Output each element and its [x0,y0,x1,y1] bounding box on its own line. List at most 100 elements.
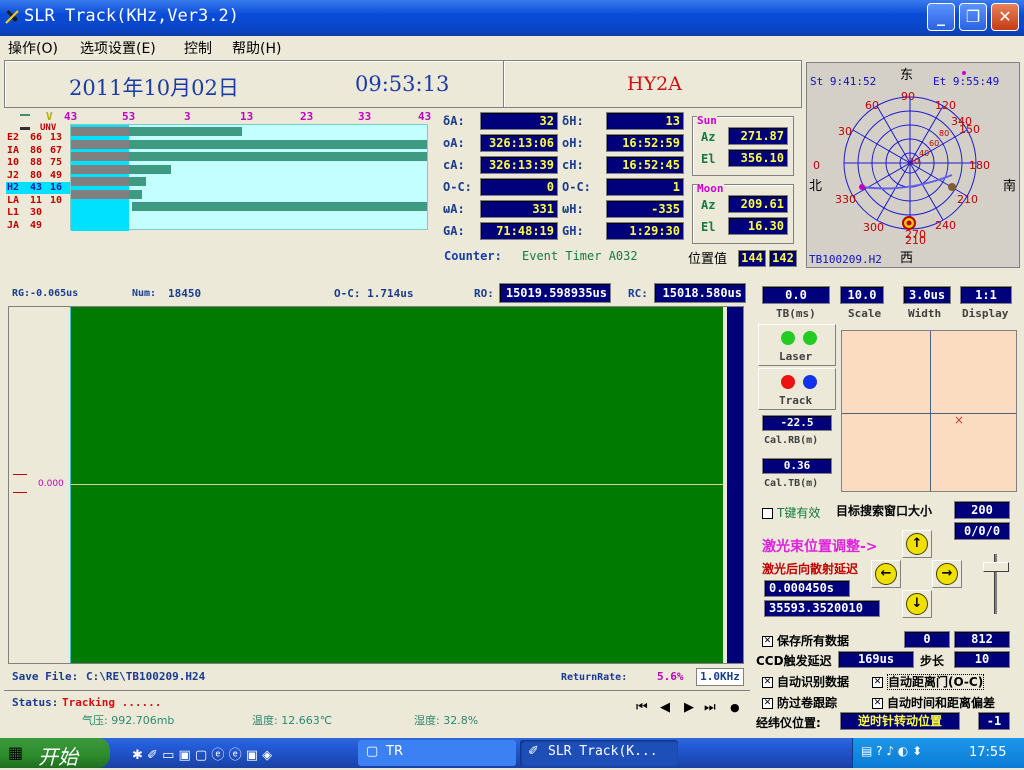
scope-scrollbar[interactable] [727,307,743,663]
record-button[interactable]: ● [730,701,740,714]
station-visible: 49 [30,219,43,231]
anti-windup-checkbox[interactable]: ✕ 防过卷跟踪 [762,694,837,711]
param-label-wa: ωA: [443,202,465,216]
display-value[interactable]: 1:1 [960,286,1012,304]
taskbar-item-slr[interactable]: ✐ SLR Track(K... [520,740,678,766]
humidity-value: 湿度: 32.8% [414,714,479,727]
sun-el-value: 356.10 [728,149,788,167]
param-label-oa: oA: [443,136,465,150]
auto-time-checkbox[interactable]: ✕ 自动时间和距离偏差 [872,694,995,711]
width-value[interactable]: 3.0us [903,286,951,304]
laser-indicator-1 [781,331,795,345]
polar-angle-label: 330 [835,193,856,206]
station-bar [71,139,427,149]
auto-gate-checkbox[interactable]: ✕ 自动距离门(O-C) [872,673,985,690]
param-value-dh: 13 [606,112,684,130]
app-icon: ▣ [178,748,191,763]
delay-slider[interactable] [978,554,1014,614]
param-value-ca: 326:13:39 [480,156,558,174]
laser-indicator-2 [803,331,817,345]
station-row-l1[interactable]: L1 30 [6,207,70,219]
station-row-h2[interactable]: H2 43 16 [6,182,70,194]
beam-up-button[interactable]: ↑ [902,530,932,558]
minimize-button[interactable]: _ [927,3,955,31]
station-bar [71,164,171,174]
theodolite-label: 经纬仪位置: [756,716,821,730]
title-bar[interactable]: SLR Track(KHz,Ver3.2) _ ❐ ✕ [0,0,1024,36]
delay-seconds[interactable]: 0.000450s [764,580,850,597]
save-all-checkbox[interactable]: ✕ 保存所有数据 [762,632,849,649]
params-panel: δA: 32 δH: 13 oA: 326:13:06 oH: 16:52:59 cA: 326:… [440,110,800,270]
station-row-ja[interactable]: JA 49 [6,220,70,232]
beam-right-button[interactable]: → [932,560,962,588]
param-label-ca: cA: [443,158,465,172]
ccd-delay-value[interactable]: 169us [838,651,914,668]
station-row-la[interactable]: LA 11 10 [6,195,70,207]
rc-label: RC: [628,287,648,300]
taskbar-item-tr[interactable]: ▢ TR [358,740,516,766]
param-value-gh: 1:29:30 [606,222,684,240]
station-visible: 30 [30,207,43,218]
skip-end-button[interactable]: ⏭ [704,700,716,715]
folder-icon: ▢ [194,748,208,763]
ccd-view[interactable]: × [841,330,1017,492]
param-label-gh: GH: [562,224,584,238]
laser-button[interactable]: Laser [758,324,836,366]
track-button[interactable]: Track [758,368,836,410]
menu-help[interactable]: 帮助(H) [232,38,281,58]
polar-angle-label: 300 [863,221,884,234]
close-button[interactable]: ✕ [991,3,1019,31]
menu-options[interactable]: 选项设置(E) [80,38,156,58]
menu-operate[interactable]: 操作(O) [8,38,58,58]
auto-identify-checkbox[interactable]: ✕ 自动识别数据 [762,673,849,690]
num-label: Num: [132,288,157,299]
scope-display[interactable] [71,307,723,663]
station-row-j2[interactable]: J2 80 49 [6,170,70,182]
display-label: Display [962,307,1009,320]
polar-angle-label: 210 [957,193,978,206]
polar-angle-label: 20 [909,157,920,166]
beam-left-button[interactable]: ← [871,560,901,588]
station-visible: 86 [30,144,43,156]
quick-launch[interactable]: ✱ ✐ ▭ ▣ ▢ ⓔ ⓔ ▣ ◈ [132,744,352,763]
menu-control[interactable]: 控制 [184,38,212,58]
play-button[interactable]: ▶ [684,700,694,715]
station-list[interactable]: E2 66 13 IA 86 67 10 88 75 J2 80 49 H2 43 16 LA 11 10 L1 30… [6,132,70,232]
station-visible: 88 [30,157,43,168]
search-window-value[interactable]: 200 [954,501,1010,519]
start-button[interactable]: ▦ 开始 [0,738,110,769]
step-value[interactable]: 10 [954,651,1010,668]
return-rate-value: 5.6% [657,670,684,683]
theodolite-value[interactable]: 逆时针转动位置 [840,712,960,730]
param-label-oh: oH: [562,136,584,150]
polar-angle-label: 90 [901,90,915,103]
tray-icons[interactable]: ▤ ? ♪ ◐ ⬍ [861,744,922,758]
station-code: JA [7,219,20,231]
delay-value[interactable]: 35593.3520010 [764,600,880,617]
polar-angle-label: 60 [865,99,879,112]
satellite-icon: ✐ [528,744,539,759]
param-value-ch: 16:52:45 [606,156,684,174]
moon-az-label: Az [701,198,716,212]
beam-down-button[interactable]: ↓ [902,590,932,618]
station-row-ia[interactable]: IA 86 67 [6,145,70,157]
shield-icon: ◈ [262,748,273,763]
app-icon-2: ▣ [245,748,259,763]
step-back-button[interactable]: ◀ [660,700,670,715]
arrow-left-icon: ← [875,563,897,585]
cal-rb-value[interactable]: -22.5 [762,415,832,431]
skip-start-button[interactable]: ⏮ [636,700,648,715]
param-label-da: δA: [443,114,465,128]
search-counts: 0/0/0 [954,522,1010,540]
rg-value: RG:-0.065us [12,288,79,299]
station-row-10[interactable]: 10 88 75 [6,157,70,169]
cal-tb-value[interactable]: 0.36 [762,458,832,474]
t-key-checkbox[interactable]: T键有效 [762,504,820,521]
theodolite-num: -1 [978,712,1010,730]
station-row-e2[interactable]: E2 66 13 [6,132,70,144]
tb-value[interactable]: 0.0 [762,286,830,304]
maximize-button[interactable]: ❐ [959,3,987,31]
scale-value[interactable]: 10.0 [840,286,884,304]
save-file-path: C:\RE\TB100209.H24 [86,670,206,683]
scope-zero-label: 0.000 [38,479,64,489]
